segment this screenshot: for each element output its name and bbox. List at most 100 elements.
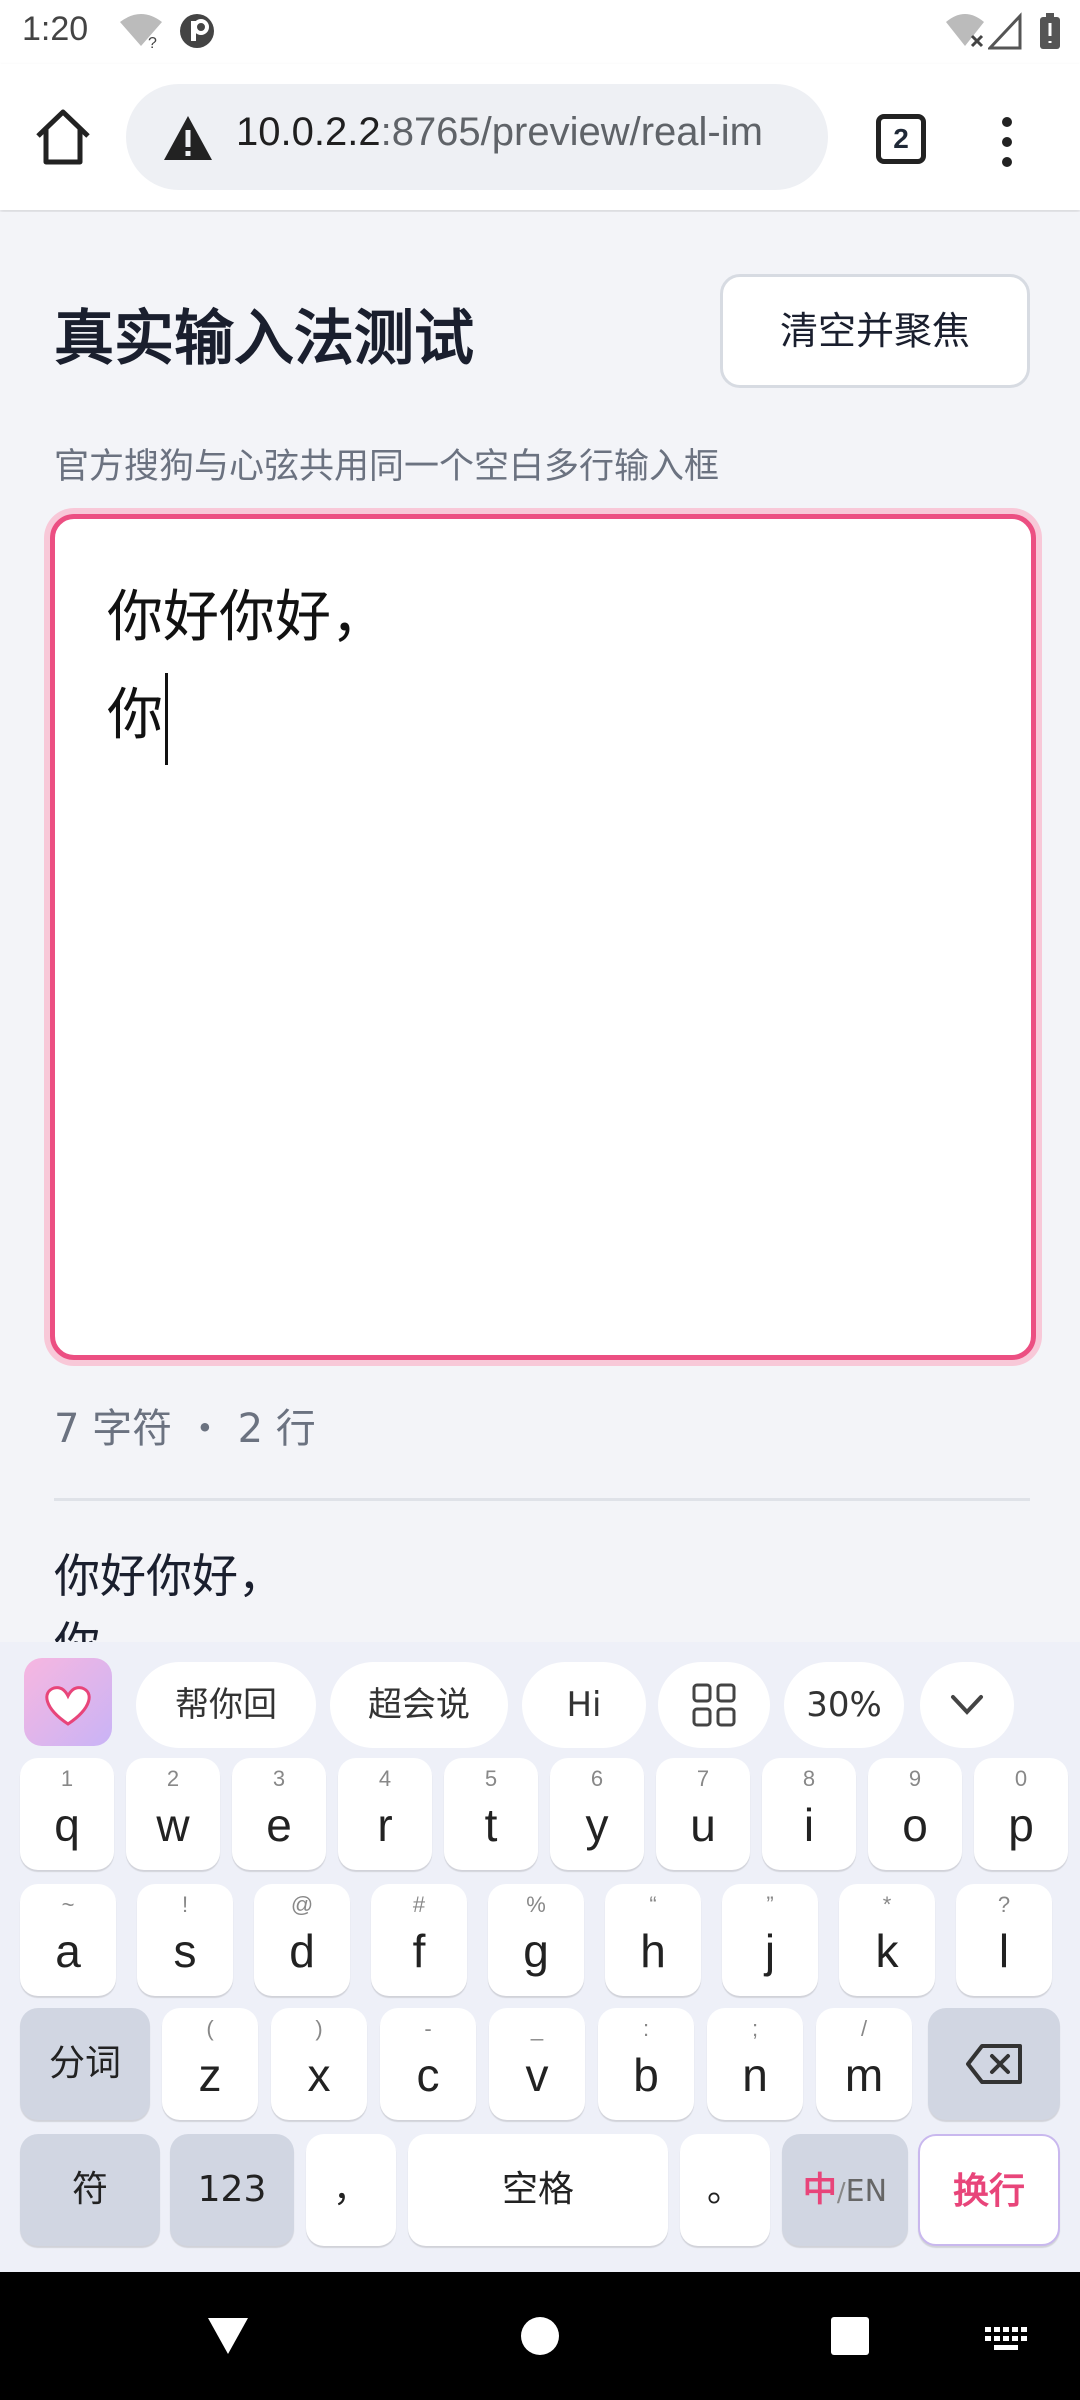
key-label: r [377,1799,393,1851]
period-key[interactable]: 。 [680,2134,770,2246]
grid-icon [692,1683,736,1727]
key-f[interactable]: # f [371,1884,467,1996]
key-hint: @ [290,1892,314,1917]
key-label: v [525,2049,549,2101]
not-secure-warning-icon[interactable] [162,114,214,162]
key-r[interactable]: 4r [338,1758,432,1870]
key-x[interactable]: ) x [271,2008,367,2120]
page-subtitle: 官方搜狗与心弦共用同一个空白多行输入框 [54,447,720,487]
key-n[interactable]: ; n [707,2008,803,2120]
key-label: p [1008,1799,1034,1851]
browser-toolbar: 10.0.2.2:8765/preview/real-im 2 [0,64,1080,210]
app-notification-icon [180,14,214,48]
key-hint: 9 [908,1766,922,1791]
keyboard-switch-icon[interactable] [984,2326,1030,2354]
home-nav-icon[interactable] [520,2316,560,2356]
key-k[interactable]: * k [839,1884,935,1996]
url-path: :8765/preview/real-im [380,110,763,154]
chip-help-reply[interactable]: 帮你回 [136,1662,316,1748]
key-b[interactable]: :b [598,2008,694,2120]
ime-keyboard: 帮你回 超会说 Hi 30% 1q2w3e4r5t6y7u8i9o0p ~ a! s… [0,1642,1080,2272]
key-h[interactable]: “h [605,1884,701,1996]
key-t[interactable]: 5t [444,1758,538,1870]
key-hint: ( [206,2016,214,2041]
key-label: s [173,1925,197,1977]
key-a[interactable]: ~ a [20,1884,116,1996]
key-y[interactable]: 6y [550,1758,644,1870]
key-w[interactable]: 2w [126,1758,220,1870]
key-z[interactable]: (z [162,2008,258,2120]
key-hint: ) [315,2016,323,2041]
address-bar[interactable]: 10.0.2.2:8765/preview/real-im [126,84,828,190]
key-label: q [54,1799,80,1851]
char-line-counter: 7 字符 ・ 2 行 [54,1406,316,1452]
key-g[interactable]: % g [488,1884,584,1996]
key-j[interactable]: ” j [722,1884,818,1996]
apps-grid-button[interactable] [658,1662,770,1748]
enter-key-label: 换行 [952,2171,1025,2212]
key-hint: # [412,1892,426,1917]
key-hint: ? [997,1892,1011,1917]
key-m[interactable]: / m [816,2008,912,2120]
key-c[interactable]: -c [380,2008,476,2120]
textarea-focus-ring: 你好你好， 你 [50,514,1036,1360]
key-e[interactable]: 3e [232,1758,326,1870]
backspace-icon [966,2044,1022,2084]
ime-logo-icon[interactable] [24,1658,112,1746]
key-p[interactable]: 0p [974,1758,1068,1870]
key-hint: : [642,2016,650,2041]
key-hint: % [526,1892,546,1917]
clear-and-focus-button[interactable]: 清空并聚焦 [720,274,1030,388]
key-label: j [764,1925,776,1977]
comma-key[interactable]: ， [306,2134,396,2246]
key-l[interactable]: ? l [956,1884,1052,1996]
numbers-key[interactable]: 123 [170,2134,294,2246]
key-hint: ~ [61,1892,75,1917]
backspace-key[interactable] [928,2008,1060,2120]
key-label: b [633,2049,659,2101]
collapse-keyboard-button[interactable] [920,1662,1014,1748]
key-hint: 3 [272,1766,286,1791]
key-label: k [875,1925,899,1977]
key-label: n [742,2049,768,2101]
chip-hi[interactable]: Hi [522,1662,646,1748]
key-d[interactable]: @ d [254,1884,350,1996]
space-key[interactable]: 空格 [408,2134,668,2246]
lang-zh-label: 中 [802,2170,837,2210]
key-label: e [266,1799,292,1851]
key-hint: - [424,2016,432,2041]
key-i[interactable]: 8i [762,1758,856,1870]
url-text[interactable]: 10.0.2.2:8765/preview/real-im [236,110,763,155]
key-label: y [585,1799,609,1851]
svg-text:?: ? [148,35,157,50]
chip-super-talk[interactable]: 超会说 [330,1662,508,1748]
key-segment[interactable]: 分词 [20,2008,150,2120]
key-q[interactable]: 1q [20,1758,114,1870]
multiline-textarea[interactable]: 你好你好， 你 [50,514,1036,1360]
key-v[interactable]: _ v [489,2008,585,2120]
key-o[interactable]: 9o [868,1758,962,1870]
tab-switcher-button[interactable]: 2 [876,114,926,164]
language-toggle-key[interactable]: 中/EN [782,2134,908,2246]
symbols-key[interactable]: 符 [20,2134,160,2246]
enter-newline-key[interactable]: 换行 [918,2134,1060,2246]
key-u[interactable]: 7u [656,1758,750,1870]
home-icon[interactable] [30,104,96,170]
key-label: a [55,1925,81,1977]
url-host: 10.0.2.2 [236,110,381,154]
status-time: 1:20 [22,10,89,48]
key-hint: “ [649,1892,657,1917]
signal-icon [988,12,1022,50]
key-label: z [198,2049,222,2101]
key-s[interactable]: ! s [137,1884,233,1996]
symbols-key-label: 符 [71,2169,108,2210]
recents-icon[interactable] [830,2316,870,2356]
back-icon[interactable] [206,2316,250,2356]
key-hint: ; [751,2016,759,2041]
key-hint: 0 [1014,1766,1028,1791]
more-options-icon[interactable] [990,112,1024,172]
text-preview: 你好你好， 你 [54,1549,284,1642]
chevron-down-icon [951,1695,983,1715]
key-label: u [690,1799,716,1851]
chip-percent[interactable]: 30% [784,1662,904,1748]
